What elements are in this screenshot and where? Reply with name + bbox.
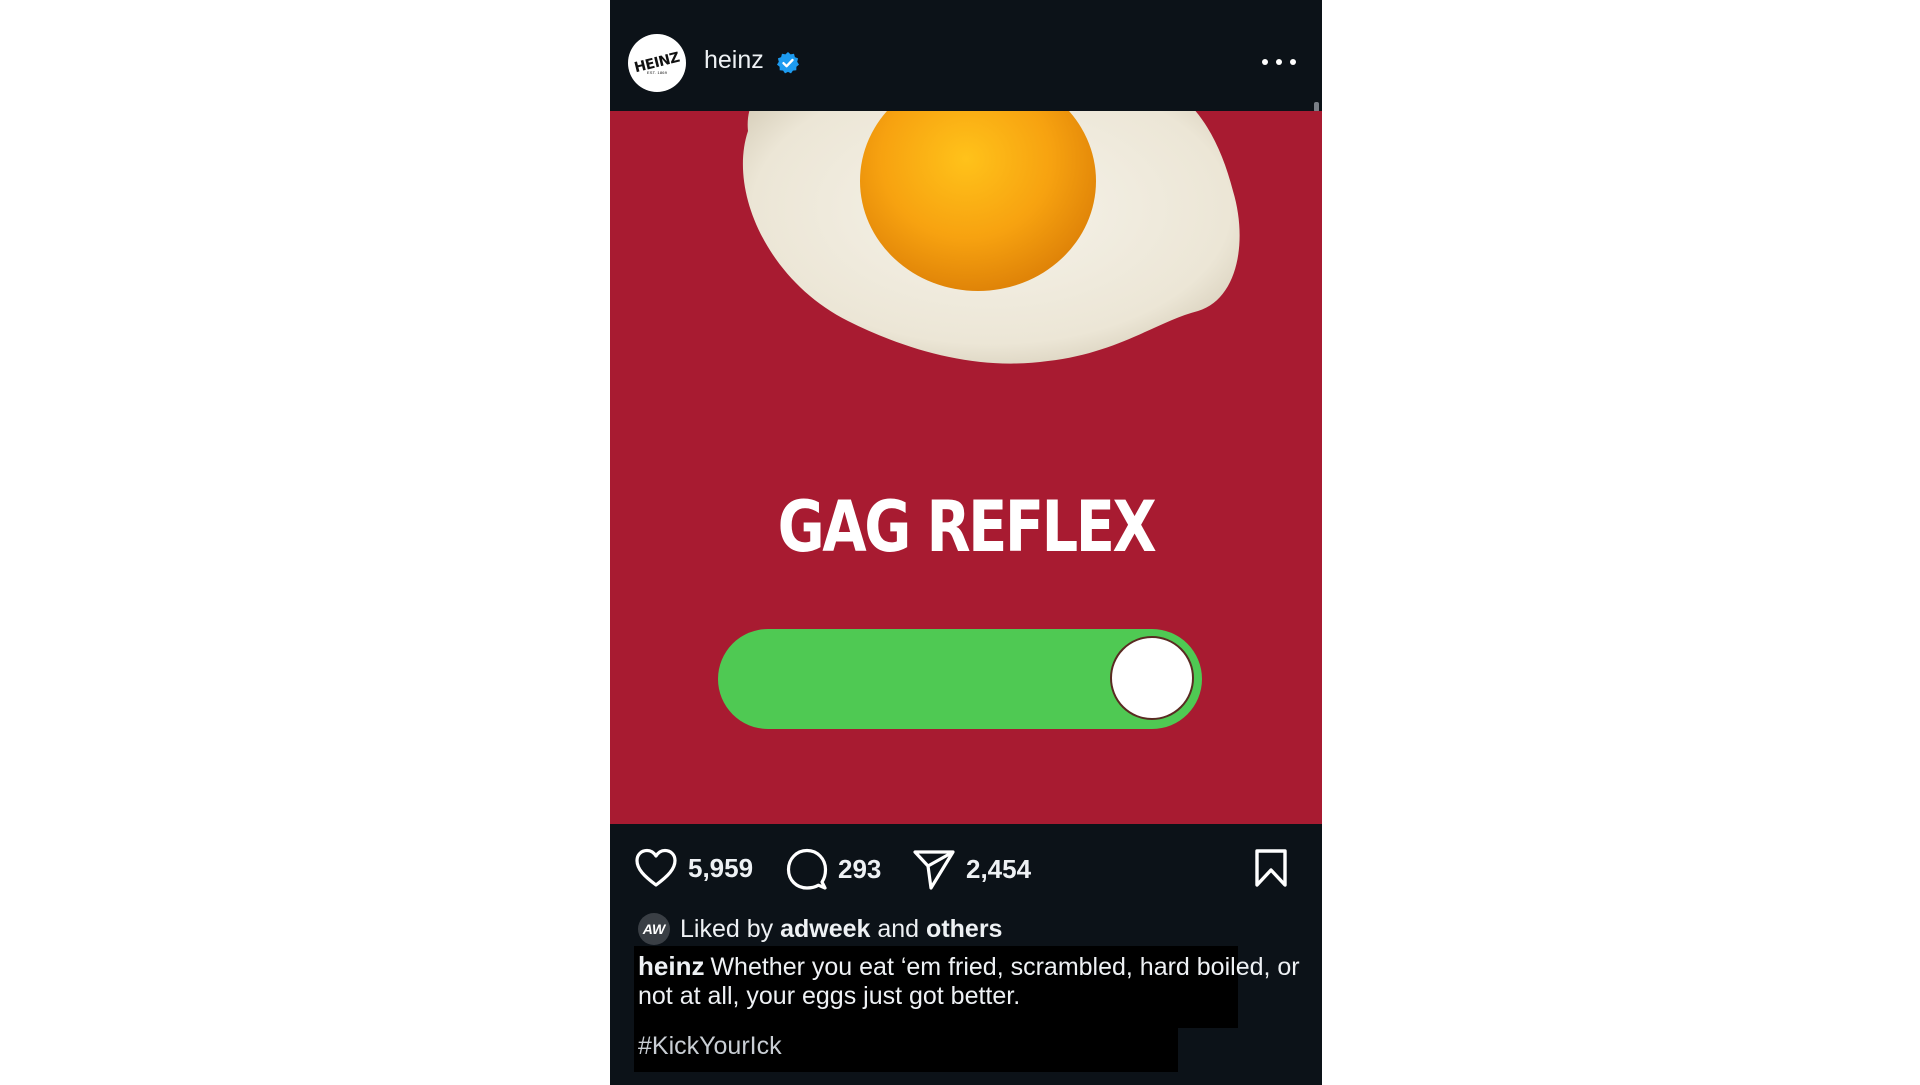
- bookmark-icon[interactable]: [1253, 848, 1289, 888]
- more-dot: [1290, 59, 1296, 65]
- like-action[interactable]: 5,959: [634, 848, 753, 888]
- liked-by-user[interactable]: adweek: [780, 915, 870, 944]
- share-count: 2,454: [966, 853, 1032, 884]
- instagram-post: HEINZ EST. 1869 heinz GAG REFLEX 5,959 2…: [610, 0, 1322, 1085]
- more-dot: [1276, 59, 1282, 65]
- comment-action[interactable]: 293: [786, 848, 881, 890]
- more-dot: [1262, 59, 1268, 65]
- avatar-logo-subtext: EST. 1869: [646, 70, 668, 75]
- verified-badge-icon: [777, 52, 799, 74]
- post-media[interactable]: GAG REFLEX: [610, 111, 1322, 824]
- heart-icon: [635, 848, 677, 887]
- caption-text: Whether you eat ‘em fried, scrambled, ha…: [638, 953, 1300, 1010]
- caption-username[interactable]: heinz: [638, 951, 704, 981]
- post-username[interactable]: heinz: [704, 46, 764, 75]
- toggle-knob: [1110, 636, 1194, 720]
- like-count: 5,959: [688, 852, 754, 883]
- caption-hashtag[interactable]: #KickYourIck: [638, 1032, 782, 1061]
- post-header: HEINZ EST. 1869 heinz: [610, 0, 1322, 112]
- liked-by-line: AW Liked by adweek and others: [638, 912, 1002, 946]
- fried-egg-image: [742, 111, 1240, 364]
- liked-by-prefix: Liked by: [680, 914, 774, 943]
- liked-by-connector: and: [877, 914, 920, 943]
- post-caption: heinz Whether you eat ‘em fried, scramble…: [638, 952, 1318, 1011]
- comment-count: 293: [838, 853, 882, 884]
- profile-avatar[interactable]: HEINZ EST. 1869: [628, 34, 686, 92]
- media-headline: GAG REFLEX: [777, 486, 1157, 568]
- liker-avatar[interactable]: AW: [638, 913, 670, 945]
- more-options-icon[interactable]: [1262, 52, 1296, 72]
- liked-by-others[interactable]: others: [926, 915, 1002, 944]
- post-actions-bar: 5,959 293 2,454: [610, 830, 1322, 902]
- comment-bubble-icon: [786, 848, 828, 890]
- send-paper-plane-icon: [913, 850, 955, 890]
- toggle-switch-graphic: [718, 629, 1202, 729]
- share-action[interactable]: 2,454: [912, 848, 1031, 890]
